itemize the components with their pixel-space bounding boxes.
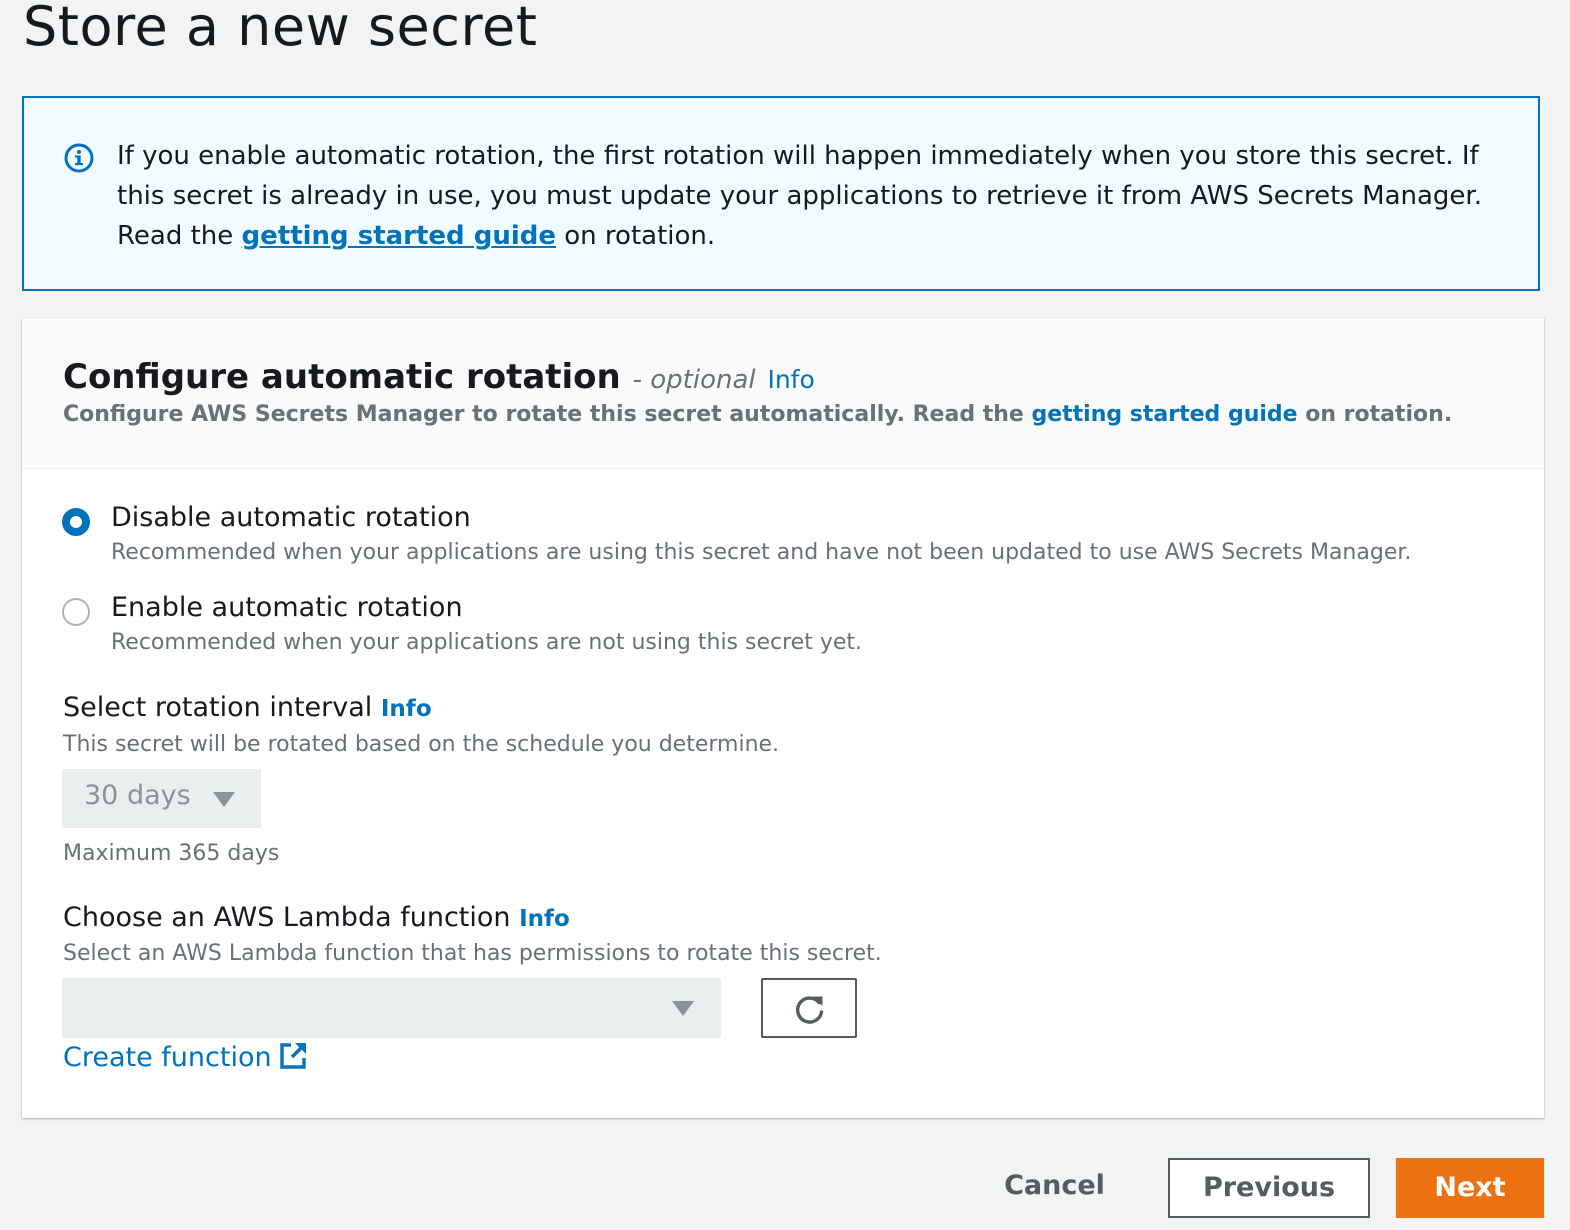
interval-info-link[interactable]: Info xyxy=(381,696,432,722)
radio-description: Recommended when your applications are n… xyxy=(111,630,862,655)
panel-title-text: Configure automatic rotation xyxy=(63,357,621,397)
interval-hint: Maximum 365 days xyxy=(63,841,280,866)
panel-description-end: on rotation. xyxy=(1297,402,1453,427)
next-button[interactable]: Next xyxy=(1396,1158,1544,1218)
panel-info-link[interactable]: Info xyxy=(767,365,814,394)
refresh-button[interactable] xyxy=(761,978,857,1038)
panel-description-text: Configure AWS Secrets Manager to rotate … xyxy=(63,402,1032,427)
page-title: Store a new secret xyxy=(23,0,538,58)
radio-button-unchecked[interactable] xyxy=(62,598,90,626)
refresh-icon xyxy=(796,996,824,1024)
interval-select[interactable]: 30 days xyxy=(62,769,261,828)
chevron-down-icon xyxy=(672,1001,694,1016)
panel-header: Configure automatic rotation - optional … xyxy=(22,318,1544,469)
create-function-link[interactable]: Create function xyxy=(63,1040,308,1076)
alert-message: If you enable automatic rotation, the fi… xyxy=(117,136,1512,256)
rotation-panel: Configure automatic rotation - optional … xyxy=(22,318,1544,1118)
interval-label: Select rotation interval Info xyxy=(63,690,432,727)
lambda-info-link[interactable]: Info xyxy=(519,906,570,932)
alert-text-end: on rotation. xyxy=(556,221,716,251)
alert-getting-started-link[interactable]: getting started guide xyxy=(242,221,556,251)
radio-description: Recommended when your applications are u… xyxy=(111,540,1412,565)
lambda-label: Choose an AWS Lambda function Info xyxy=(63,900,570,937)
panel-title: Configure automatic rotation - optional … xyxy=(63,356,815,401)
lambda-select[interactable] xyxy=(62,978,721,1038)
create-function-label[interactable]: Create function xyxy=(63,1042,272,1073)
panel-description: Configure AWS Secrets Manager to rotate … xyxy=(63,400,1452,430)
external-link-icon xyxy=(279,1043,306,1069)
radio-label[interactable]: Disable automatic rotation xyxy=(111,500,471,536)
cancel-button[interactable]: Cancel xyxy=(992,1158,1117,1218)
optional-label: - optional xyxy=(632,365,756,395)
panel-getting-started-link[interactable]: getting started guide xyxy=(1031,402,1297,427)
radio-button-checked[interactable] xyxy=(62,508,90,536)
chevron-down-icon xyxy=(213,792,235,807)
interval-label-text: Select rotation interval xyxy=(63,692,373,723)
info-alert: If you enable automatic rotation, the fi… xyxy=(22,96,1540,291)
lambda-label-text: Choose an AWS Lambda function xyxy=(63,902,511,933)
info-circle-icon xyxy=(64,143,94,173)
interval-description: This secret will be rotated based on the… xyxy=(63,732,780,757)
radio-label[interactable]: Enable automatic rotation xyxy=(111,590,463,626)
previous-button[interactable]: Previous xyxy=(1168,1158,1370,1218)
lambda-description: Select an AWS Lambda function that has p… xyxy=(63,941,882,966)
interval-selected-value: 30 days xyxy=(84,780,191,811)
